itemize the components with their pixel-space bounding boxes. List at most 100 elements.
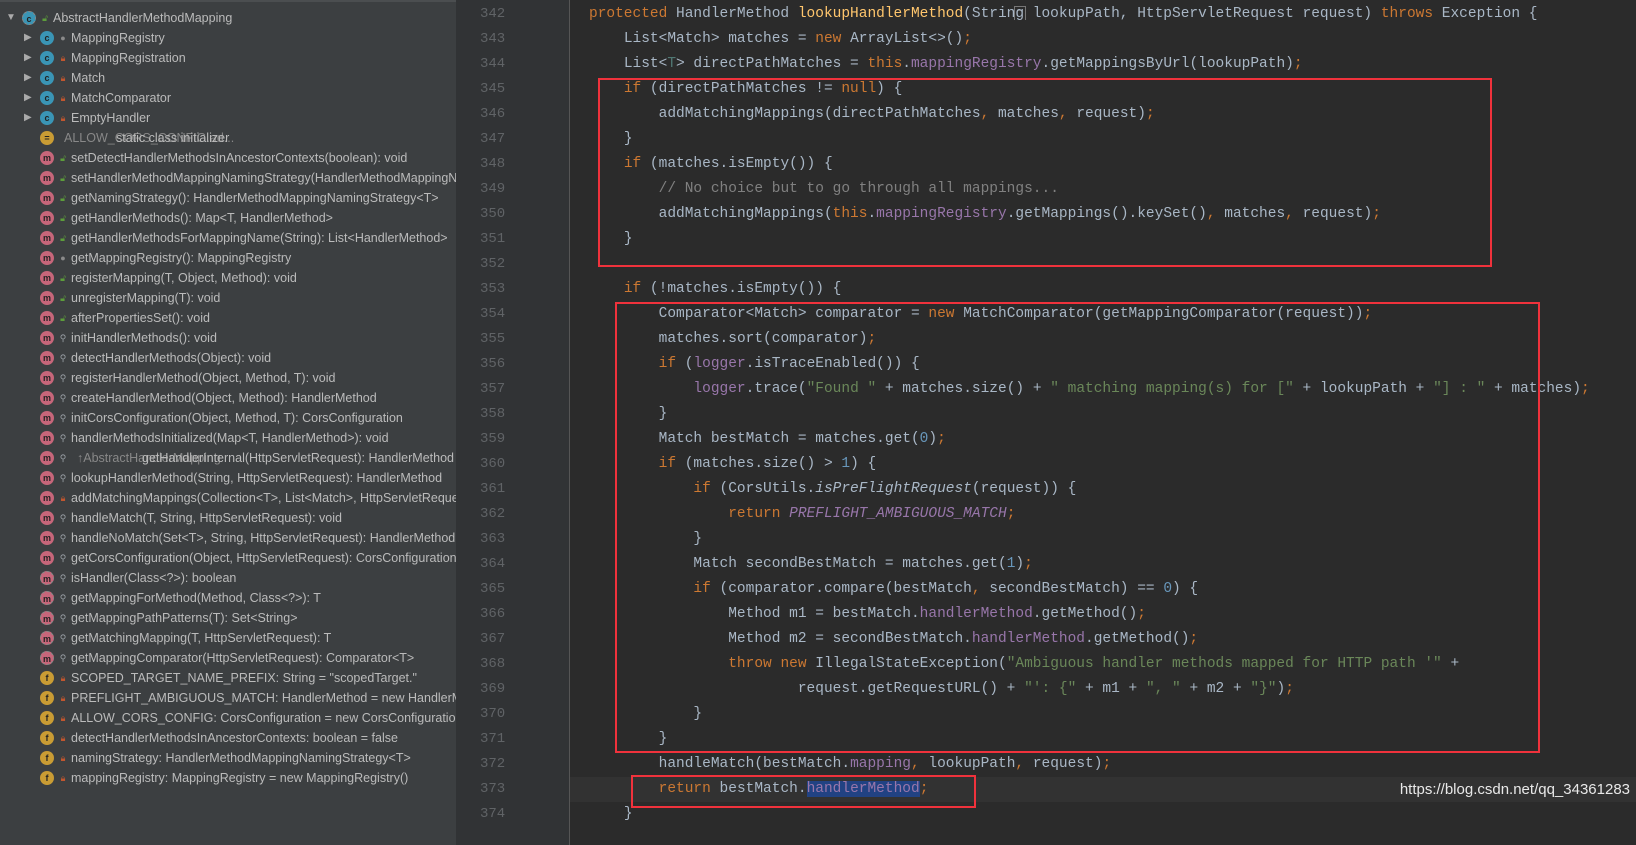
code-line[interactable]: protected HandlerMethod lookupHandlerMet… <box>589 2 1537 27</box>
code-token: (!matches.isEmpty()) { <box>649 281 842 297</box>
structure-item[interactable]: ▼ c 🔓︎ AbstractHandlerMethodMapping <box>0 8 456 28</box>
structure-item[interactable]: f 🔒︎ mappingRegistry: MappingRegistry = ne… <box>0 768 456 788</box>
public-visibility-icon: 🔓︎ <box>60 173 66 183</box>
protected-visibility-icon: ⚲ <box>59 353 67 363</box>
code-line[interactable]: List<Match> matches = new ArrayList<>(); <box>589 27 972 52</box>
structure-item[interactable]: m 🔒︎ addMatchingMappings(Collection<T>, Li… <box>0 488 456 508</box>
collapse-arrow-icon[interactable]: ▶ <box>24 28 34 48</box>
structure-item[interactable]: ▶ c ● MappingRegistry <box>0 28 456 48</box>
line-number: 352 <box>480 256 506 272</box>
line-number: 355 <box>480 331 506 347</box>
structure-item[interactable]: m 🔓︎ setDetectHandlerMethodsInAncestorCont… <box>0 148 456 168</box>
structure-item[interactable]: m ⚲ getMappingPathPatterns(T): Set<String> <box>0 608 456 628</box>
collapse-arrow-icon[interactable]: ▶ <box>24 108 34 128</box>
structure-item[interactable]: m ● getMappingRegistry(): MappingRegistry <box>0 248 456 268</box>
code-token: ; <box>1581 381 1590 397</box>
private-visibility-icon: 🔒︎ <box>60 493 66 503</box>
field-icon: f <box>40 731 54 745</box>
structure-item[interactable]: m ⚲ getMappingComparator(HttpServletReques… <box>0 648 456 668</box>
structure-item[interactable]: m ⚲ lookupHandlerMethod(String, HttpServle… <box>0 468 456 488</box>
method-icon: m <box>40 251 54 265</box>
structure-item-label: registerMapping(T, Object, Method): void <box>71 271 297 285</box>
method-icon: m <box>40 571 54 585</box>
structure-item[interactable]: = static class initializer ALLOW_CORS_CONF… <box>0 128 456 148</box>
structure-item[interactable]: m ⚲ getMatchingMapping(T, HttpServletReque… <box>0 628 456 648</box>
structure-item[interactable]: m ⚲ handlerMethodsInitialized(Map<T, Handl… <box>0 428 456 448</box>
line-number: 373 <box>480 781 506 797</box>
structure-item[interactable]: ▶ c 🔒︎ EmptyHandler <box>0 108 456 128</box>
method-icon: m <box>40 551 54 565</box>
private-visibility-icon: 🔒︎ <box>60 73 66 83</box>
class-icon: c <box>40 31 54 45</box>
class-icon: c <box>22 11 36 25</box>
structure-item[interactable]: f 🔒︎ ALLOW_CORS_CONFIG: CorsConfiguration … <box>0 708 456 728</box>
line-number: 362 <box>480 506 506 522</box>
structure-item[interactable]: m ⚲ initHandlerMethods(): void <box>0 328 456 348</box>
structure-item[interactable]: m 🔓︎ getNamingStrategy(): HandlerMethodMap… <box>0 188 456 208</box>
public-visibility-icon: 🔓︎ <box>60 293 66 303</box>
line-number: 346 <box>480 106 506 122</box>
protected-visibility-icon: ⚲ <box>59 633 67 643</box>
structure-item-label: getHandlerInternal(HttpServletRequest): … <box>142 451 454 465</box>
structure-item[interactable]: m ⚲ initCorsConfiguration(Object, Method, … <box>0 408 456 428</box>
structure-item[interactable]: m ⚲ handleMatch(T, String, HttpServletRequ… <box>0 508 456 528</box>
code-line[interactable]: } <box>589 802 633 827</box>
structure-item-label: getMatchingMapping(T, HttpServletRequest… <box>71 631 332 645</box>
structure-item[interactable]: m 🔓︎ registerMapping(T, Object, Method): v… <box>0 268 456 288</box>
structure-item[interactable]: m ⚲ getHandlerInternal(HttpServletRequest)… <box>0 448 456 468</box>
structure-item-label: addMatchingMappings(Collection<T>, List<… <box>71 491 456 505</box>
code-token: Exception { <box>1441 6 1538 22</box>
collapse-arrow-icon[interactable]: ▶ <box>24 68 34 88</box>
line-number: 358 <box>480 406 506 422</box>
editor-gutter: − 342 343 344 345 346 347 348 349 350 351 352 353 35… <box>474 0 1026 845</box>
structure-item[interactable]: m 🔓︎ afterPropertiesSet(): void <box>0 308 456 328</box>
panel-divider[interactable] <box>456 0 474 845</box>
structure-item[interactable]: m 🔓︎ unregisterMapping(T): void <box>0 288 456 308</box>
structure-item[interactable]: m ⚲ registerHandlerMethod(Object, Method, … <box>0 368 456 388</box>
structure-item-label: EmptyHandler <box>71 111 151 125</box>
method-icon: m <box>40 191 54 205</box>
structure-item[interactable]: ▶ c 🔒︎ Match <box>0 68 456 88</box>
structure-item[interactable]: ▶ c 🔒︎ MatchComparator <box>0 88 456 108</box>
code-line[interactable]: if (!matches.isEmpty()) { <box>589 277 842 302</box>
structure-item[interactable]: f 🔒︎ detectHandlerMethodsInAncestorContext… <box>0 728 456 748</box>
code-token: List<Match> matches = <box>623 31 816 47</box>
line-number: 356 <box>480 356 506 372</box>
structure-item[interactable]: f 🔒︎ PREFLIGHT_AMBIGUOUS_MATCH: HandlerMet… <box>0 688 456 708</box>
method-icon: m <box>40 411 54 425</box>
structure-item-label: SCOPED_TARGET_NAME_PREFIX: String = "sco… <box>71 671 417 685</box>
code-line[interactable]: List<T> directPathMatches = this.mapping… <box>589 52 1303 77</box>
structure-item[interactable]: m ⚲ getMappingForMethod(Method, Class<?>):… <box>0 588 456 608</box>
code-token: T <box>667 56 677 72</box>
line-number: 342 <box>480 6 506 22</box>
structure-item[interactable]: m ⚲ getCorsConfiguration(Object, HttpServl… <box>0 548 456 568</box>
private-visibility-icon: 🔒︎ <box>60 53 66 63</box>
structure-item[interactable]: f 🔒︎ SCOPED_TARGET_NAME_PREFIX: String = "… <box>0 668 456 688</box>
structure-item[interactable]: m ⚲ isHandler(Class<?>): boolean <box>0 568 456 588</box>
code-token: HandlerMethod <box>676 6 798 22</box>
structure-item[interactable]: f 🔒︎ namingStrategy: HandlerMethodMappingN… <box>0 748 456 768</box>
protected-visibility-icon: ⚲ <box>59 333 67 343</box>
public-visibility-icon: 🔓︎ <box>60 193 66 203</box>
expand-arrow-icon[interactable]: ▼ <box>6 8 16 28</box>
structure-item-label: handleNoMatch(Set<T>, String, HttpServle… <box>71 531 456 545</box>
method-icon: m <box>40 231 54 245</box>
private-visibility-icon: 🔒︎ <box>60 733 66 743</box>
structure-item[interactable]: m 🔓︎ getHandlerMethods(): Map<T, HandlerMe… <box>0 208 456 228</box>
structure-item-label: namingStrategy: HandlerMethodMappingNami… <box>71 751 411 765</box>
method-icon: m <box>40 471 54 485</box>
structure-item[interactable]: ▶ c 🔒︎ MappingRegistration <box>0 48 456 68</box>
structure-item[interactable]: m ⚲ createHandlerMethod(Object, Method): H… <box>0 388 456 408</box>
structure-item[interactable]: m ⚲ detectHandlerMethods(Object): void <box>0 348 456 368</box>
method-icon: m <box>40 151 54 165</box>
code-token: ; <box>963 31 972 47</box>
structure-item[interactable]: m ⚲ handleNoMatch(Set<T>, String, HttpServ… <box>0 528 456 548</box>
structure-item-label: isHandler(Class<?>): boolean <box>71 571 237 585</box>
collapse-arrow-icon[interactable]: ▶ <box>24 48 34 68</box>
structure-item[interactable]: m 🔓︎ getHandlerMethodsForMappingName(Strin… <box>0 228 456 248</box>
structure-item[interactable]: m 🔓︎ setHandlerMethodMappingNamingStrategy… <box>0 168 456 188</box>
line-number: 360 <box>480 456 506 472</box>
collapse-arrow-icon[interactable]: ▶ <box>24 88 34 108</box>
code-token: .getMappingsByUrl(lookupPath) <box>1041 56 1294 72</box>
code-line[interactable]: handleMatch(bestMatch.mapping, lookupPat… <box>589 752 1112 777</box>
